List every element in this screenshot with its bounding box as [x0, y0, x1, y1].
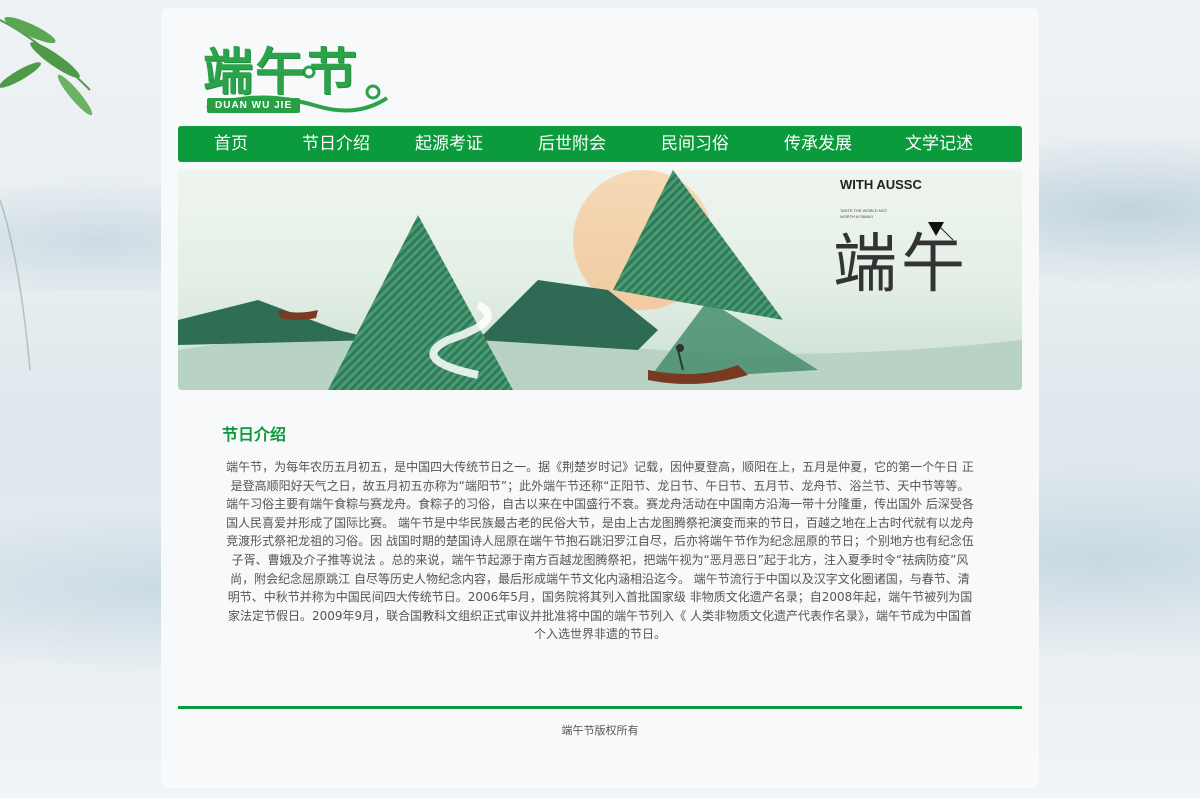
nav-item-origin[interactable]: 起源考证: [388, 126, 510, 162]
main-navigation: 首页 节日介绍 起源考证 后世附会 民间习俗 传承发展 文学记述: [178, 126, 1022, 162]
nav-item-inheritance[interactable]: 传承发展: [756, 126, 880, 162]
banner-title: 端午: [833, 228, 969, 302]
nav-item-later-legends[interactable]: 后世附会: [510, 126, 634, 162]
logo-subtitle: DUAN WU JIE: [207, 98, 301, 113]
nav-item-festival-intro[interactable]: 节日介绍: [284, 126, 388, 162]
banner-heading: WITH AUSSC: [840, 177, 922, 192]
section-title: 节日介绍: [222, 425, 287, 444]
nav-item-folk-customs[interactable]: 民间习俗: [634, 126, 756, 162]
banner-small-text: TASTE THE WORLD NOT WORTH A FAMILY: [840, 208, 888, 219]
nav-item-home[interactable]: 首页: [178, 126, 284, 162]
logo-title: 端午节: [203, 42, 359, 101]
page-container: 端午节 DUAN WU JIE 首页 节日介绍 起源考证 后世附会 民间习俗 传…: [161, 8, 1039, 788]
site-logo[interactable]: 端午节 DUAN WU JIE: [197, 28, 397, 124]
hero-banner: WITH AUSSC TASTE THE WORLD NOT WORTH A F…: [178, 170, 1022, 390]
footer-divider: [178, 706, 1022, 709]
bamboo-leaves-decoration: [0, 16, 93, 371]
nav-item-literature[interactable]: 文学记述: [880, 126, 998, 162]
footer-copyright: 端午节版权所有: [561, 724, 639, 737]
intro-paragraph: 端午节，为每年农历五月初五，是中国四大传统节日之一。据《荆楚岁时记》记载，因仲夏…: [226, 460, 974, 642]
